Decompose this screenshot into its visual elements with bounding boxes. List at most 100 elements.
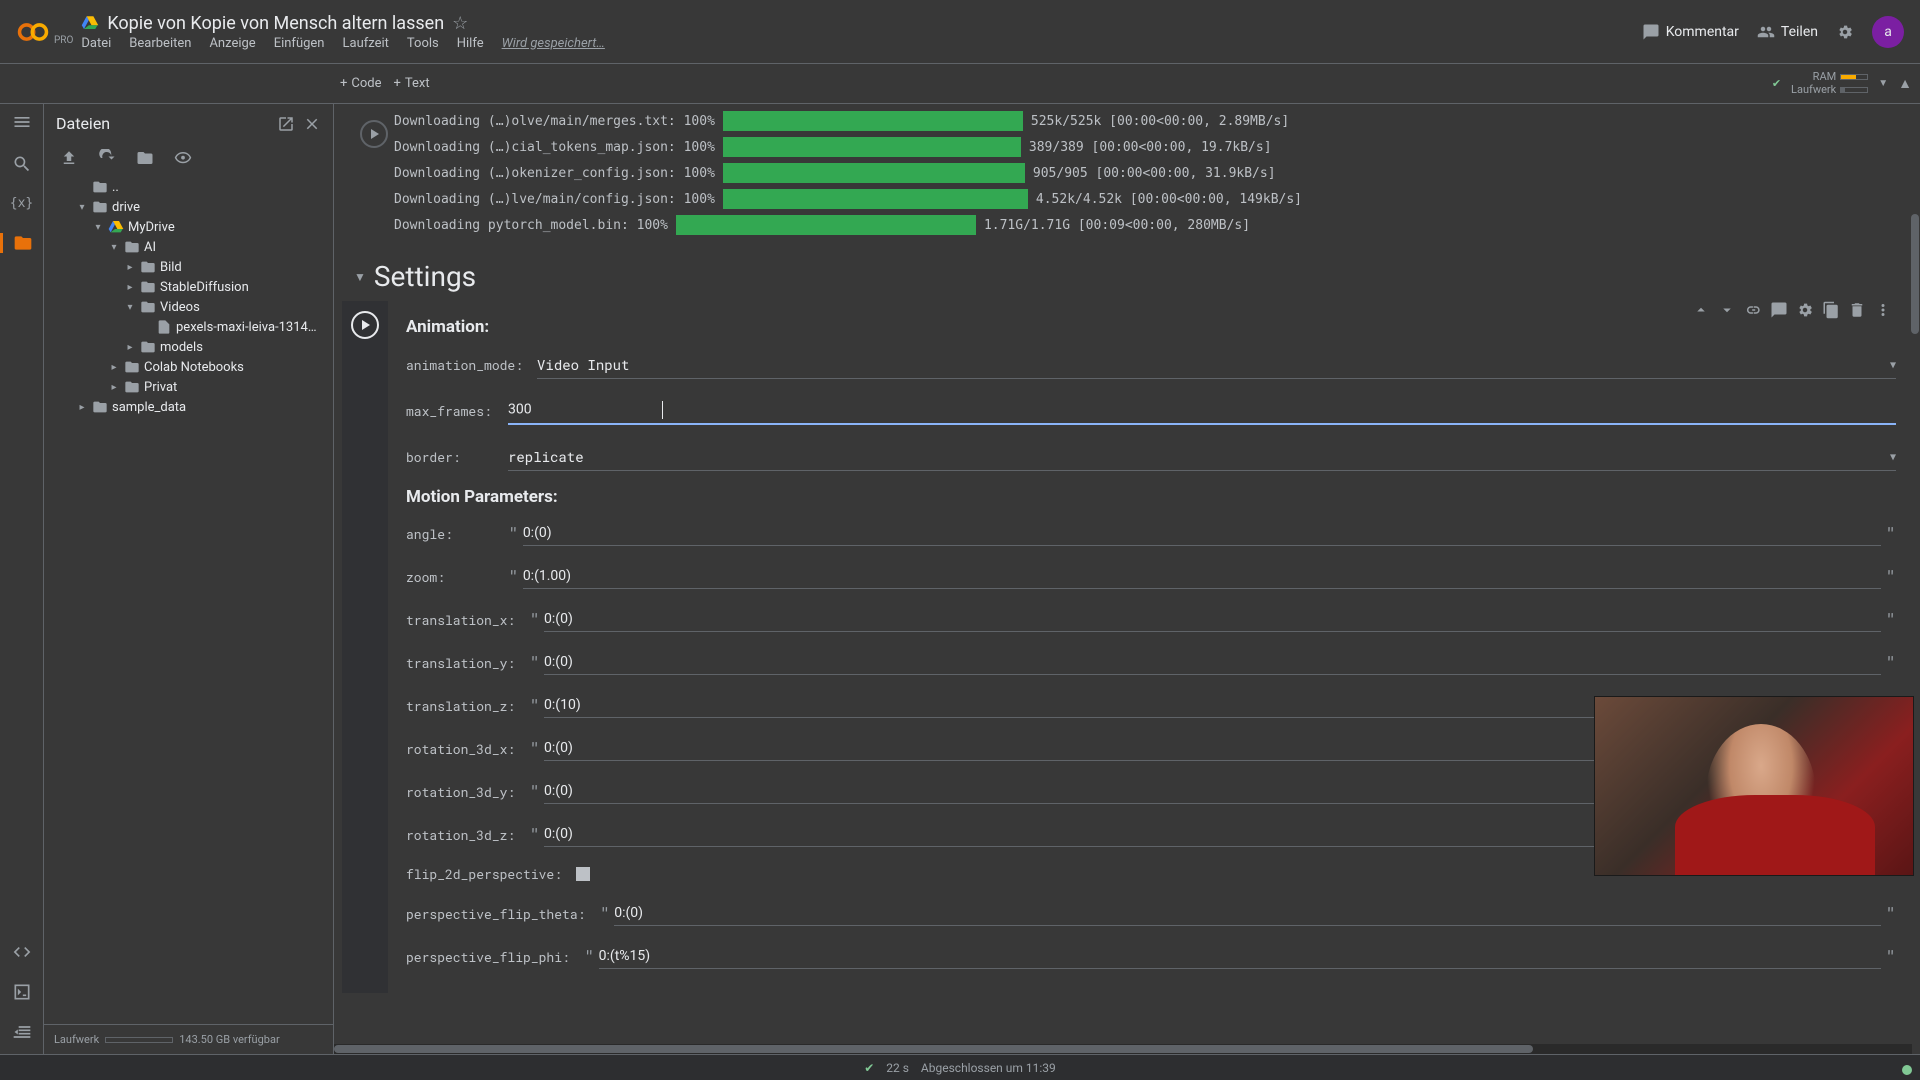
resource-indicator[interactable]: ✔ RAM Laufwerk ▼ ▲: [1772, 71, 1912, 95]
menu-bar: Datei Bearbeiten Anzeige Einfügen Laufze…: [81, 36, 1641, 51]
command-icon[interactable]: [12, 1022, 32, 1042]
add-text-button[interactable]: + Text: [394, 76, 430, 91]
new-window-icon[interactable]: [277, 115, 295, 133]
upload-icon[interactable]: [60, 149, 78, 167]
menu-bearbeiten[interactable]: Bearbeiten: [129, 36, 191, 51]
chevron-down-icon: ▼: [1890, 358, 1896, 371]
tree-sd[interactable]: ▸StableDiffusion: [48, 277, 333, 297]
run-output-button[interactable]: [360, 120, 388, 148]
code-icon[interactable]: [12, 942, 32, 962]
run-cell-button[interactable]: [351, 311, 379, 339]
tx-input[interactable]: 0:(0): [544, 607, 1881, 632]
pfp-label: perspective_flip_phi:: [406, 948, 570, 966]
tree-up[interactable]: ..: [48, 177, 333, 197]
folder-icon: [124, 379, 140, 395]
folder-icon: [124, 359, 140, 375]
folder-icon: [124, 239, 140, 255]
files-panel-title: Dateien: [56, 114, 269, 133]
chevron-down-icon: ▼: [1890, 450, 1896, 463]
section-settings[interactable]: ▼ Settings: [334, 242, 1920, 301]
collapse-icon[interactable]: ▼: [354, 270, 366, 284]
tree-colab-nb[interactable]: ▸Colab Notebooks: [48, 357, 333, 377]
tree-bild[interactable]: ▸Bild: [48, 257, 333, 277]
cell-comment-icon[interactable]: [1770, 301, 1788, 319]
tree-mydrive[interactable]: ▾MyDrive: [48, 217, 333, 237]
tree-drive[interactable]: ▾drive: [48, 197, 333, 217]
star-icon[interactable]: ☆: [452, 13, 468, 34]
kommentar-button[interactable]: Kommentar: [1642, 23, 1739, 41]
ty-input[interactable]: 0:(0): [544, 650, 1881, 675]
pro-badge: PRO: [54, 35, 73, 46]
logo-area: PRO: [16, 15, 73, 49]
add-code-button[interactable]: + Code: [340, 76, 382, 91]
menu-anzeige[interactable]: Anzeige: [209, 36, 255, 51]
max-frames-input[interactable]: 300: [508, 397, 1896, 425]
angle-label: angle:: [406, 525, 494, 543]
disk-usage-bar: [105, 1037, 173, 1043]
close-icon[interactable]: [303, 115, 321, 133]
header-right: Kommentar Teilen a: [1642, 16, 1904, 48]
move-up-icon[interactable]: [1692, 301, 1710, 319]
status-bar: ✔ 22 s Abgeschlossen um 11:39: [0, 1054, 1920, 1080]
border-label: border:: [406, 448, 494, 466]
progress-bar: [723, 137, 1021, 157]
app-header: PRO Kopie von Kopie von Mensch altern la…: [0, 0, 1920, 64]
variables-icon[interactable]: {x}: [10, 196, 33, 211]
hide-icon[interactable]: [174, 149, 192, 167]
comment-icon: [1642, 23, 1660, 41]
refresh-icon[interactable]: [98, 149, 116, 167]
pft-input[interactable]: 0:(0): [614, 901, 1881, 926]
max-frames-label: max_frames:: [406, 402, 494, 420]
folder-icon: [13, 233, 33, 253]
ty-label: translation_y:: [406, 654, 515, 672]
flip-label: flip_2d_perspective:: [406, 865, 562, 883]
connection-dot: [1902, 1065, 1912, 1075]
mirror-icon[interactable]: [1822, 301, 1840, 319]
angle-input[interactable]: 0:(0): [523, 521, 1881, 546]
zoom-input[interactable]: 0:(1.00): [523, 564, 1881, 589]
move-down-icon[interactable]: [1718, 301, 1736, 319]
avatar[interactable]: a: [1872, 16, 1904, 48]
menu-hilfe[interactable]: Hilfe: [457, 36, 484, 51]
animation-mode-select[interactable]: Video Input▼: [537, 351, 1896, 379]
files-tab-active[interactable]: [0, 233, 43, 253]
menu-laufzeit[interactable]: Laufzeit: [343, 36, 389, 51]
chevron-up-icon[interactable]: ▲: [1898, 75, 1912, 92]
folder-icon: [92, 179, 108, 195]
mount-drive-icon[interactable]: [136, 149, 154, 167]
flip-checkbox[interactable]: [576, 867, 590, 881]
saving-status: Wird gespeichert…: [502, 36, 605, 51]
webcam-overlay: [1594, 696, 1914, 876]
tree-ai[interactable]: ▾AI: [48, 237, 333, 257]
tx-label: translation_x:: [406, 611, 515, 629]
menu-tools[interactable]: Tools: [407, 36, 439, 51]
doc-title[interactable]: Kopie von Kopie von Mensch altern lassen: [107, 13, 444, 34]
teilen-button[interactable]: Teilen: [1757, 23, 1818, 41]
delete-icon[interactable]: [1848, 301, 1866, 319]
download-row: Downloading (…)olve/main/merges.txt: 100…: [394, 108, 1920, 134]
v-scrollbar[interactable]: [1910, 104, 1920, 1044]
gear-icon[interactable]: [1836, 23, 1854, 41]
notebook-area[interactable]: Downloading (…)olve/main/merges.txt: 100…: [334, 104, 1920, 1054]
files-panel: Dateien .. ▾drive ▾MyDrive ▾AI ▸Bild ▸St…: [44, 104, 334, 1054]
tree-privat[interactable]: ▸Privat: [48, 377, 333, 397]
more-icon[interactable]: [1874, 301, 1892, 319]
chevron-down-icon[interactable]: ▼: [1878, 78, 1888, 89]
tree-file-pexels[interactable]: pexels-maxi-leiva-1314…: [48, 317, 333, 337]
h-scrollbar[interactable]: [334, 1044, 1912, 1054]
tree-sample-data[interactable]: ▸sample_data: [48, 397, 333, 417]
file-icon: [156, 319, 172, 335]
menu-datei[interactable]: Datei: [81, 36, 111, 51]
cell-gear-icon[interactable]: [1796, 301, 1814, 319]
menu-einfuegen[interactable]: Einfügen: [274, 36, 325, 51]
search-icon[interactable]: [12, 154, 32, 174]
toc-icon[interactable]: [12, 112, 32, 132]
download-row: Downloading pytorch_model.bin: 100%1.71G…: [394, 212, 1920, 238]
tree-models[interactable]: ▸models: [48, 337, 333, 357]
link-icon[interactable]: [1744, 301, 1762, 319]
terminal-icon[interactable]: [12, 982, 32, 1002]
insert-toolbar: + Code + Text ✔ RAM Laufwerk ▼ ▲: [0, 64, 1920, 104]
tree-videos[interactable]: ▾Videos: [48, 297, 333, 317]
pfp-input[interactable]: 0:(t%15): [599, 944, 1882, 969]
border-select[interactable]: replicate▼: [508, 443, 1896, 471]
